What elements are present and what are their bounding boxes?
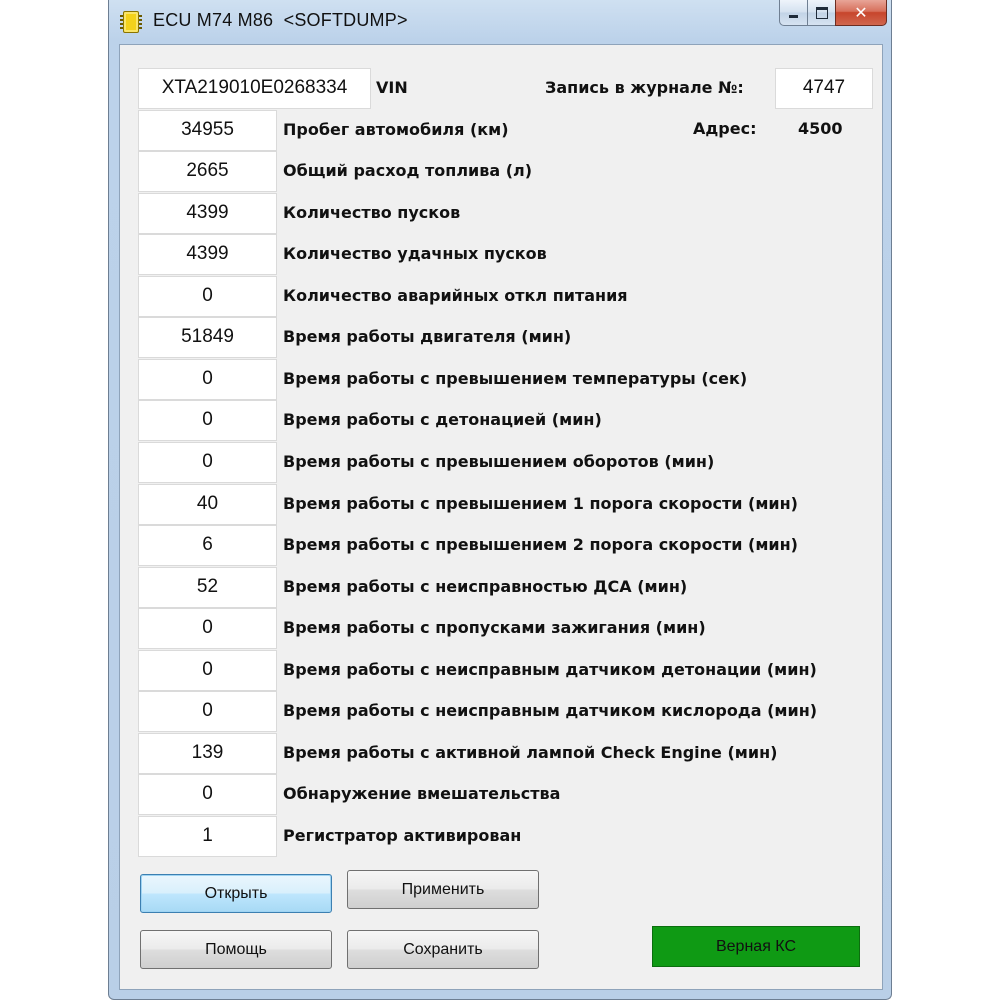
counter-field[interactable]: 40 (138, 484, 277, 525)
counter-label: Время работы с активной лампой Check Eng… (283, 743, 778, 762)
counter-field[interactable]: 0 (138, 400, 277, 441)
counter-label: Время работы с пропусками зажигания (мин… (283, 618, 706, 637)
minimize-icon (789, 15, 798, 18)
counter-field[interactable]: 139 (138, 733, 277, 774)
counter-field[interactable]: 0 (138, 359, 277, 400)
counter-field[interactable]: 34955 (138, 110, 277, 151)
counter-field[interactable]: 0 (138, 650, 277, 691)
app-window: ECU M74 M86 <SOFTDUMP> ✕ XTA219010E02683… (108, 0, 892, 1000)
counter-field[interactable]: 2665 (138, 151, 277, 192)
close-icon: ✕ (854, 3, 868, 22)
counter-field[interactable]: 4399 (138, 193, 277, 234)
counter-field[interactable]: 51849 (138, 317, 277, 358)
chip-icon (120, 11, 142, 33)
counter-label: Время работы с неисправным датчиком дето… (283, 660, 817, 679)
counter-label: Количество аварийных откл питания (283, 286, 628, 305)
counter-label: Время работы с неисправным датчиком кисл… (283, 701, 818, 720)
counter-label: Время работы с превышением температуры (… (283, 369, 748, 388)
counter-field[interactable]: 52 (138, 567, 277, 608)
counter-label: Обнаружение вмешательства (283, 784, 561, 803)
open-button[interactable]: Открыть (140, 874, 332, 913)
counter-field[interactable]: 0 (138, 608, 277, 649)
help-button[interactable]: Помощь (140, 930, 332, 969)
caption-buttons: ✕ (779, 0, 887, 26)
journal-number-field[interactable]: 4747 (775, 68, 873, 109)
journal-label: Запись в журнале №: (545, 78, 744, 97)
maximize-button[interactable] (807, 0, 835, 26)
checksum-status-badge: Верная КС (652, 926, 860, 967)
counter-label: Время работы с превышением 2 порога скор… (283, 535, 798, 554)
title-bar[interactable]: ECU M74 M86 <SOFTDUMP> ✕ (109, 0, 891, 44)
counter-field[interactable]: 0 (138, 276, 277, 317)
counter-label: Время работы с превышением оборотов (мин… (283, 452, 715, 471)
counter-field[interactable]: 4399 (138, 234, 277, 275)
counter-label: Время работы двигателя (мин) (283, 327, 572, 346)
address-label: Адрес: (693, 119, 757, 138)
close-button[interactable]: ✕ (835, 0, 887, 26)
save-button[interactable]: Сохранить (347, 930, 539, 969)
counter-field[interactable]: 6 (138, 525, 277, 566)
address-value: 4500 (798, 119, 843, 138)
client-area: XTA219010E0268334 VIN Запись в журнале №… (119, 44, 883, 990)
counter-label: Пробег автомобиля (км) (283, 120, 509, 139)
counter-label: Время работы с неисправностью ДСА (мин) (283, 577, 688, 596)
counter-label: Регистратор активирован (283, 826, 522, 845)
counter-label: Время работы с превышением 1 порога скор… (283, 494, 798, 513)
counter-label: Общий расход топлива (л) (283, 161, 533, 180)
counter-label: Количество пусков (283, 203, 461, 222)
vin-field[interactable]: XTA219010E0268334 (138, 68, 371, 109)
counter-label: Количество удачных пусков (283, 244, 547, 263)
counter-field[interactable]: 0 (138, 774, 277, 815)
maximize-icon (815, 6, 828, 19)
apply-button[interactable]: Применить (347, 870, 539, 909)
vin-label: VIN (376, 78, 408, 97)
counter-field[interactable]: 0 (138, 691, 277, 732)
counter-field[interactable]: 1 (138, 816, 277, 857)
minimize-button[interactable] (779, 0, 807, 26)
window-title: ECU M74 M86 <SOFTDUMP> (153, 10, 408, 30)
counter-field[interactable]: 0 (138, 442, 277, 483)
counter-label: Время работы с детонацией (мин) (283, 410, 602, 429)
